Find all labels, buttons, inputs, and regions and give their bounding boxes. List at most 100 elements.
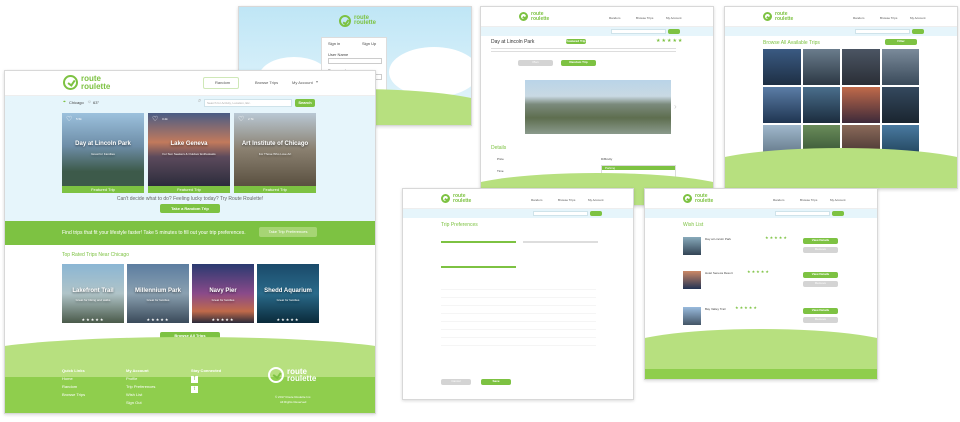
top-rated-card[interactable]: Lakefront Trail Great for biking and wal… <box>62 264 124 323</box>
temperature-label: 63° <box>93 100 100 105</box>
top-rated-card[interactable]: Navy Pier Great for families ★★★★★ <box>192 264 254 323</box>
heart-icon[interactable]: ♡ <box>152 115 158 123</box>
facebook-icon[interactable]: f <box>191 376 198 383</box>
details-heading: Details <box>491 145 507 151</box>
wishlist-item-title[interactable]: Bay Valley Trail <box>705 307 725 311</box>
search-button[interactable] <box>912 29 924 34</box>
trip-tile[interactable] <box>842 87 880 123</box>
search-input[interactable] <box>775 211 830 216</box>
nav-random[interactable]: Random <box>609 16 620 20</box>
top-rated-card[interactable]: Shedd Aquarium Great for families ★★★★★ <box>257 264 319 323</box>
remove-button[interactable]: Remove <box>803 247 838 253</box>
wishlist-thumb[interactable] <box>683 237 701 255</box>
random-trip-button[interactable]: Take a Random Trip <box>160 204 220 213</box>
brand-logo[interactable]: route roulette <box>441 194 471 203</box>
slider-track[interactable] <box>441 241 516 243</box>
username-field[interactable] <box>328 58 382 64</box>
filter-button[interactable]: Filter <box>885 39 917 45</box>
footer-link-prefs[interactable]: Trip Preferences <box>126 383 155 391</box>
photo-next-arrow[interactable]: › <box>674 102 677 111</box>
nav-browse[interactable]: Browse Trips <box>800 198 817 202</box>
wishlist-item-title[interactable]: Hotel Seneca Resort <box>705 271 733 275</box>
nav-account[interactable]: My Account <box>666 16 682 20</box>
remove-button[interactable]: Remove <box>803 281 838 287</box>
slider-track[interactable] <box>523 241 598 243</box>
search-input[interactable] <box>855 29 910 34</box>
search-button[interactable] <box>668 29 680 34</box>
nav-browse[interactable]: Browse Trips <box>880 16 897 20</box>
featured-bar[interactable]: Featured Trip <box>62 186 144 193</box>
nav-random[interactable]: Random <box>531 198 542 202</box>
trip-tile[interactable] <box>802 49 840 85</box>
top-rated-card[interactable]: Millennium Park Great for families ★★★★★ <box>127 264 189 323</box>
nav-account[interactable]: My Account <box>910 16 926 20</box>
card-subtitle: Great for biking and walks <box>75 298 111 302</box>
search-input[interactable] <box>611 29 666 34</box>
featured-bar[interactable]: Featured Trip <box>148 186 230 193</box>
take-prefs-button[interactable]: Take Trip Preferences <box>259 227 317 237</box>
featured-card[interactable]: ♡ 5.5k Day at Lincoln Park Great for Fam… <box>62 113 144 186</box>
signup-tab[interactable]: Sign Up <box>362 41 376 46</box>
search-input[interactable] <box>533 211 588 216</box>
trip-tile[interactable] <box>881 49 919 85</box>
logo-icon <box>763 12 772 21</box>
trip-tile[interactable] <box>763 87 801 123</box>
footer-logo[interactable]: route roulette <box>268 367 316 383</box>
top-rated-heading: Top Rated Trips Near Chicago <box>62 252 129 258</box>
footer-link-browse[interactable]: Browse Trips <box>62 391 85 399</box>
brand-logo[interactable]: route roulette <box>519 12 549 21</box>
featured-card[interactable]: ♡ 3.2k Lake Geneva For Sun Seekers & Out… <box>148 113 230 186</box>
nav-browse[interactable]: Browse Trips <box>636 16 653 20</box>
trip-tile[interactable] <box>763 49 801 85</box>
brand-logo[interactable]: route roulette <box>63 75 110 90</box>
nav-random[interactable]: Random <box>853 16 864 20</box>
brand-logo[interactable]: route roulette <box>763 12 793 21</box>
wishlist-item-title[interactable]: Day at Lincoln Park <box>705 237 731 241</box>
trip-tile[interactable] <box>881 87 919 123</box>
featured-card[interactable]: ♡ 2.7k Art Institute of Chicago For Thos… <box>234 113 316 186</box>
footer-link-home[interactable]: Home <box>62 375 85 383</box>
nav-random[interactable]: Random <box>773 198 784 202</box>
random-trip-button[interactable]: Random Trip <box>561 60 596 66</box>
footer-link-signout[interactable]: Sign Out <box>126 399 155 407</box>
view-details-button[interactable]: View Details <box>803 308 838 314</box>
search-button[interactable] <box>590 211 602 216</box>
nav-account[interactable]: My Account <box>292 80 313 85</box>
footer-link-profile[interactable]: Profile <box>126 375 155 383</box>
twitter-icon[interactable]: t <box>191 386 198 393</box>
remove-button[interactable]: Remove <box>803 317 838 323</box>
location-label[interactable]: Chicago <box>69 100 84 105</box>
trip-tile[interactable] <box>842 49 880 85</box>
slider-track[interactable] <box>441 266 516 268</box>
search-button[interactable] <box>832 211 844 216</box>
wishlist-heading: Wish List <box>683 222 704 228</box>
nav-random[interactable]: Random <box>215 80 230 85</box>
brand-logo[interactable]: route roulette <box>683 194 713 203</box>
wishlist-thumb[interactable] <box>683 307 701 325</box>
nav-account[interactable]: My Account <box>830 198 846 202</box>
footer-link-random[interactable]: Random <box>62 383 85 391</box>
signin-tab[interactable]: Sign in <box>328 41 340 46</box>
search-button[interactable]: Search <box>295 99 315 107</box>
card-subtitle: For Those Who Love Art <box>258 152 292 156</box>
plan-button[interactable]: Plan <box>518 60 553 66</box>
view-details-button[interactable]: View Details <box>803 238 838 244</box>
save-button[interactable]: Save <box>481 379 511 385</box>
view-details-button[interactable]: View Details <box>803 272 838 278</box>
card-title: Lake Geneva <box>170 141 208 147</box>
heart-icon[interactable]: ♡ <box>66 115 72 123</box>
nav-browse[interactable]: Browse Trips <box>558 198 575 202</box>
heart-icon[interactable]: ♡ <box>238 115 244 123</box>
chevron-down-icon[interactable]: ▾ <box>316 79 318 84</box>
nav-account[interactable]: My Account <box>588 198 604 202</box>
search-input[interactable]: Search for Activity, Location, Etc. <box>204 99 292 107</box>
brand-logo[interactable]: route roulette <box>339 15 376 27</box>
trip-tile[interactable] <box>802 87 840 123</box>
featured-bar[interactable]: Featured Trip <box>234 186 316 193</box>
rights: All Rights Reserved <box>280 400 307 404</box>
footer-link-wishlist[interactable]: Wish List <box>126 391 155 399</box>
wishlist-thumb[interactable] <box>683 271 701 289</box>
cancel-button[interactable]: Cancel <box>441 379 471 385</box>
card-title: Shedd Aquarium <box>264 288 312 294</box>
nav-browse[interactable]: Browse Trips <box>255 80 278 85</box>
